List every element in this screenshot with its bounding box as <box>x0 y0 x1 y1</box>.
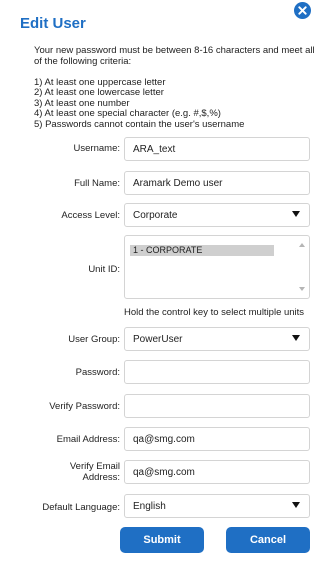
username-label: Username: <box>73 143 120 154</box>
verify-email-label-line2: Address: <box>82 472 121 483</box>
password-requirements-intro: Your new password must be between 8-16 c… <box>34 45 315 67</box>
unit-option[interactable]: 1 - CORPORATE <box>130 245 274 256</box>
password-rule: 5) Passwords cannot contain the user's u… <box>34 118 245 130</box>
unit-id-listbox[interactable]: 1 - CORPORATE <box>124 235 310 299</box>
password-rules-list: 1) At least one uppercase letter 2) At l… <box>34 77 324 130</box>
user-group-label: User Group: <box>68 334 120 345</box>
default-language-select[interactable]: English <box>124 494 310 518</box>
scroll-up-icon[interactable] <box>299 243 305 247</box>
full-name-field[interactable]: Aramark Demo user <box>124 171 310 195</box>
password-field[interactable] <box>124 360 310 384</box>
username-field[interactable]: ARA_text <box>124 137 310 161</box>
cancel-button[interactable]: Cancel <box>226 527 310 553</box>
password-label: Password: <box>75 367 120 378</box>
full-name-label: Full Name: <box>74 178 120 189</box>
user-group-value: PowerUser <box>133 333 183 345</box>
email-field[interactable]: qa@smg.com <box>124 427 310 451</box>
submit-button[interactable]: Submit <box>120 527 204 553</box>
verify-password-field[interactable] <box>124 394 310 418</box>
access-level-label: Access Level: <box>61 210 120 221</box>
chevron-down-icon <box>292 335 300 341</box>
unit-id-label: Unit ID: <box>88 264 120 275</box>
chevron-down-icon <box>292 502 300 508</box>
verify-password-label: Verify Password: <box>49 401 120 412</box>
scroll-down-icon[interactable] <box>299 287 305 291</box>
chevron-down-icon <box>292 211 300 217</box>
verify-email-label: Verify Email Address: <box>70 461 120 483</box>
email-label: Email Address: <box>56 434 120 445</box>
verify-email-field[interactable]: qa@smg.com <box>124 460 310 484</box>
access-level-select[interactable]: Corporate <box>124 203 310 227</box>
verify-email-label-line1: Verify Email <box>69 461 120 472</box>
close-icon[interactable] <box>294 2 311 19</box>
unit-id-hint: Hold the control key to select multiple … <box>124 307 305 318</box>
user-group-select[interactable]: PowerUser <box>124 327 310 351</box>
dialog-title: Edit User <box>20 15 86 32</box>
access-level-value: Corporate <box>133 209 178 221</box>
default-language-label: Default Language: <box>42 502 120 513</box>
default-language-value: English <box>133 500 166 512</box>
